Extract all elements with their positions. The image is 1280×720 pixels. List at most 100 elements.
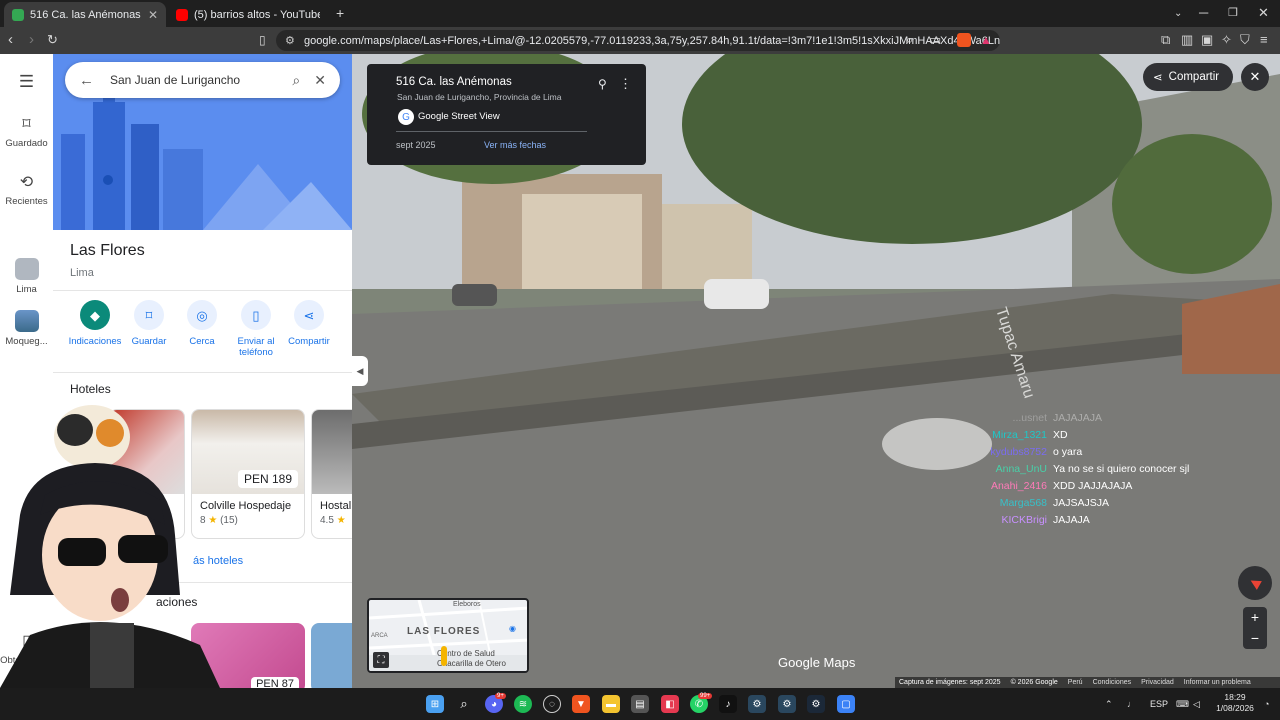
privacy-link[interactable]: Privacidad	[1141, 679, 1174, 686]
search-icon[interactable]: ⌕	[455, 695, 473, 713]
url-text: google.com/maps/place/Las+Flores,+Lima/@…	[304, 34, 1000, 47]
rail-moquegua[interactable]: Moqueg...	[0, 310, 53, 347]
close-street-view-button[interactable]: ✕	[1241, 63, 1269, 91]
chat-username: Mirza_1321	[992, 429, 1047, 441]
steam-client-icon[interactable]: ⚙	[807, 695, 825, 713]
steam-icon[interactable]: ⚙	[748, 695, 766, 713]
new-tab-button[interactable]: +	[336, 6, 344, 20]
directions-label: Indicaciones	[68, 336, 122, 347]
country-link[interactable]: Perú	[1068, 679, 1083, 686]
tiktok-icon[interactable]: ♪	[719, 695, 737, 713]
nearby-icon: ◎	[187, 300, 217, 330]
file-explorer-icon[interactable]: ▬	[602, 695, 620, 713]
brave-rewards-icon[interactable]: ▲	[980, 33, 992, 47]
maximize-icon[interactable]: ❐	[1228, 6, 1238, 20]
hotel-card-hostal[interactable]: Hostal 4.5 ★	[311, 409, 352, 539]
clock[interactable]: 18:29 1/08/2026	[1213, 692, 1257, 714]
zoom-in-button[interactable]: +	[1243, 607, 1267, 628]
cast-icon[interactable]: ▭	[929, 33, 941, 47]
network-icon[interactable]: ⌨	[1176, 699, 1189, 710]
wallet-icon[interactable]: ▣	[1201, 33, 1213, 47]
address-bar[interactable]: ⚙ google.com/maps/place/Las+Flores,+Lima…	[276, 30, 1000, 51]
share-button[interactable]: ⋖ Compartir	[280, 300, 338, 347]
collapse-panel-button[interactable]: ◀	[352, 356, 368, 386]
sv-date: sept 2025	[396, 140, 436, 150]
back-icon[interactable]: ‹	[8, 32, 13, 47]
leo-ai-icon[interactable]: ✧	[1221, 33, 1232, 47]
chat-line: Marga568 JAJSAJSJA	[985, 497, 1109, 509]
app-icon-blue[interactable]: ▢	[837, 695, 855, 713]
accommodation-price: PEN 87	[251, 677, 299, 688]
star-icon: ★	[336, 515, 346, 526]
chat-username: Anna_UnU	[995, 463, 1047, 475]
vpn-shield-icon[interactable]: ⛉	[1240, 33, 1250, 47]
tray-overflow-icon[interactable]: ⌃	[1105, 699, 1113, 710]
sidebar-icon[interactable]: ▥	[1181, 33, 1193, 47]
mini-map[interactable]: Eleboros ARCA LAS FLORES Centro de Salud…	[367, 598, 529, 673]
app-icon[interactable]: ▤	[631, 695, 649, 713]
search-input[interactable]: San Juan de Lurigancho	[110, 73, 292, 87]
close-tab-icon[interactable]: ✕	[148, 8, 158, 22]
start-button-icon[interactable]: ⊞	[426, 695, 444, 713]
brave-shields-icon[interactable]	[957, 33, 971, 47]
send-to-phone-button[interactable]: ▯ Enviar al teléfono	[227, 300, 285, 358]
obs-icon[interactable]: ◌	[543, 695, 561, 713]
send-phone-icon: ▯	[241, 300, 271, 330]
search-box[interactable]: ← San Juan de Lurigancho ⌕ ✕	[65, 62, 340, 98]
language-indicator[interactable]: ESP	[1150, 699, 1168, 709]
search-icon[interactable]: ⌕	[292, 72, 300, 89]
save-button[interactable]: ⌑ Guardar	[120, 300, 178, 347]
terms-link[interactable]: Condiciones	[1093, 679, 1132, 686]
divider	[53, 290, 352, 291]
hotel-price-badge: PEN 189	[237, 470, 298, 488]
menu-icon[interactable]: ≡	[1260, 33, 1268, 47]
extensions-icon[interactable]: ⧉	[1161, 33, 1170, 47]
streamlabs-icon[interactable]: ◧	[661, 695, 679, 713]
notifications-icon[interactable]: ◔	[1264, 699, 1269, 709]
site-info-icon[interactable]: ⚙	[285, 34, 295, 47]
directions-button[interactable]: ◆ Indicaciones	[66, 300, 124, 347]
microphone-icon[interactable]: ♩	[1127, 699, 1136, 709]
brave-browser-icon[interactable]: ▼	[572, 695, 590, 713]
reload-icon[interactable]: ↻	[47, 33, 58, 47]
close-window-icon[interactable]: ✕	[1258, 6, 1269, 20]
steam-icon-2[interactable]: ⚙	[778, 695, 796, 713]
hamburger-icon[interactable]: ☰	[0, 72, 53, 92]
street-view-share-button[interactable]: ⋖ Compartir	[1143, 63, 1233, 91]
divider	[396, 131, 587, 132]
location-pin-icon[interactable]: ⚲	[598, 77, 607, 91]
tab-google-maps[interactable]: 516 Ca. las Anémonas - Google ✕	[4, 2, 166, 27]
whatsapp-badge: 99+	[698, 693, 713, 699]
forward-icon[interactable]: ›	[29, 32, 34, 47]
more-dates-link[interactable]: Ver más fechas	[484, 140, 546, 150]
report-problem-link[interactable]: Informar un problema	[1184, 679, 1251, 686]
lima-thumbnail	[14, 258, 39, 280]
compass-icon[interactable]	[1238, 566, 1272, 600]
back-arrow-icon[interactable]: ←	[79, 72, 94, 89]
chat-message: JAJAJAJA	[1053, 412, 1103, 424]
clear-search-icon[interactable]: ✕	[314, 72, 326, 89]
minimize-icon[interactable]: ─	[1199, 6, 1208, 20]
volume-icon[interactable]: ◁	[1193, 699, 1200, 710]
chat-message: JAJAJA	[1053, 514, 1090, 526]
place-title: Las Flores	[70, 242, 145, 259]
rail-lima[interactable]: Lima	[0, 258, 53, 295]
nearby-button[interactable]: ◎ Cerca	[173, 300, 231, 347]
mini-map-area-label: LAS FLORES	[407, 626, 481, 637]
copyright: © 2026 Google	[1010, 679, 1058, 686]
rail-saved[interactable]: ⌑ Guardado	[0, 114, 53, 149]
expand-map-icon[interactable]: ⛶	[373, 652, 389, 668]
tab-search-icon[interactable]: ⌄	[1174, 7, 1182, 21]
zoom-out-button[interactable]: −	[1243, 628, 1267, 649]
zoom-icon[interactable]: ⌕	[906, 33, 913, 47]
chat-username: kydubs8752	[990, 446, 1047, 458]
bookmark-page-icon[interactable]: ▯	[259, 33, 266, 47]
spotify-icon[interactable]: ≋	[514, 695, 532, 713]
rail-recents[interactable]: ⟲ Recientes	[0, 172, 53, 207]
zoom-controls: + −	[1243, 607, 1267, 649]
sv-locality: San Juan de Lurigancho, Provincia de Lim…	[397, 92, 562, 102]
accommodation-photo[interactable]	[311, 623, 352, 688]
tab-youtube[interactable]: (5) barrios altos - YouTube	[168, 2, 328, 27]
more-options-icon[interactable]: ⋮	[619, 76, 632, 92]
chat-username: Anahi_2416	[990, 480, 1047, 492]
